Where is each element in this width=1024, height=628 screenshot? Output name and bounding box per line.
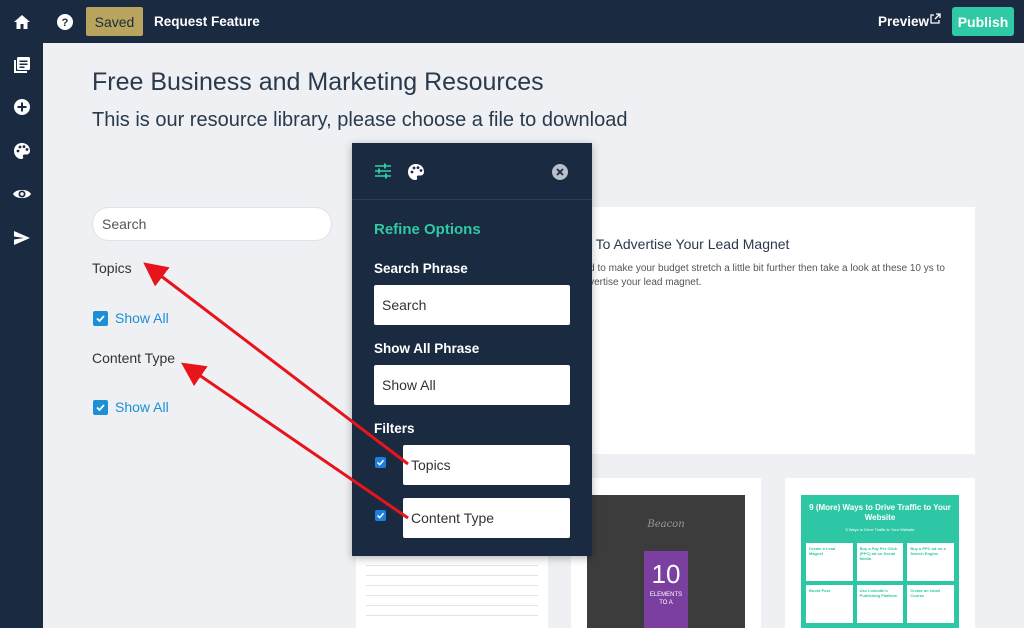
content-type-filter-checkbox[interactable] [375, 510, 386, 521]
show-all-phrase-input[interactable]: Show All [374, 365, 570, 405]
palette-icon[interactable] [407, 163, 425, 186]
cover-cell: Boost Post [806, 585, 853, 623]
cover-elements: ELEMENTS [649, 592, 683, 598]
resource-card-excerpt: eed to make your budget stretch a little… [578, 263, 945, 288]
help-icon[interactable]: ? [54, 11, 76, 33]
cover-number: 10 [651, 559, 681, 589]
close-icon[interactable] [551, 163, 569, 186]
home-icon[interactable] [11, 11, 33, 33]
panel-divider [352, 199, 592, 200]
eye-icon[interactable] [11, 183, 33, 205]
send-icon[interactable] [11, 227, 33, 249]
page-title: Free Business and Marketing Resources [92, 68, 544, 96]
beacon-logo: Beacon [647, 519, 685, 530]
topics-show-all-checkbox[interactable]: Show All [93, 310, 169, 326]
resource-thumbnail-questionnaire[interactable] [356, 555, 548, 628]
page-subtitle: This is our resource library, please cho… [92, 109, 628, 131]
content-type-filter-input[interactable]: Content Type [403, 498, 570, 538]
checkbox-checked-icon[interactable] [93, 399, 108, 415]
cover-grid: Create a Lead Magnet Buy a Pay Per Click… [806, 543, 954, 623]
refine-options-panel: Refine Options Search Phrase Search Show… [352, 143, 592, 556]
resource-thumbnail-traffic[interactable]: 9 (More) Ways to Drive Traffic to Your W… [801, 495, 959, 628]
cover-badge: 10 ELEMENTS TO A [644, 551, 688, 628]
show-all-phrase-label: Show All Phrase [374, 341, 480, 356]
checkbox-checked-icon[interactable] [93, 310, 108, 326]
resource-card-title[interactable]: ys To Advertise Your Lead Magnet [578, 236, 789, 252]
svg-text:?: ? [62, 17, 69, 29]
content-type-show-all-label[interactable]: Show All [115, 399, 169, 415]
cover-cell: Create an email Course [907, 585, 954, 623]
search-phrase-label: Search Phrase [374, 261, 468, 276]
search-phrase-input[interactable]: Search [374, 285, 570, 325]
sliders-icon[interactable] [374, 163, 392, 184]
cover-cell: Buy a Pay Per Click (PPC) ad on Social M… [856, 543, 904, 581]
topics-filter-checkbox[interactable] [375, 457, 386, 468]
filters-label: Filters [374, 421, 415, 436]
top-bar: ? Saved Request Feature Preview Publish [0, 0, 1024, 43]
content-type-label: Content Type [92, 350, 176, 366]
sidebar [0, 43, 43, 628]
topics-show-all-label[interactable]: Show All [115, 310, 169, 326]
pages-icon[interactable] [11, 54, 33, 76]
cover-subtitle: 5 Ways to Drive Traffic to Your Website [845, 527, 915, 532]
cover-cell: Create a Lead Magnet [806, 543, 853, 581]
refine-options-title: Refine Options [374, 221, 481, 238]
request-feature-link[interactable]: Request Feature [154, 14, 260, 29]
cover-cell: Buy a PPC ad on a Search Engine [907, 543, 954, 581]
topics-label: Topics [92, 260, 132, 276]
cover-to-a: TO A [659, 600, 673, 606]
saved-button[interactable]: Saved [86, 7, 143, 36]
palette-icon[interactable] [11, 140, 33, 162]
resource-thumbnail-elements[interactable]: Beacon 10 ELEMENTS TO A [587, 495, 745, 628]
preview-link[interactable]: Preview [878, 14, 929, 29]
add-icon[interactable] [11, 96, 33, 118]
resource-card[interactable]: ys To Advertise Your Lead Magnet eed to … [562, 207, 975, 454]
cover-title: 9 (More) Ways to Drive Traffic to Your W… [809, 503, 951, 522]
cover-cell: Use LinkedIn's Publishing Platform [856, 585, 904, 623]
publish-button[interactable]: Publish [952, 7, 1014, 36]
external-link-icon[interactable] [929, 12, 941, 30]
topics-filter-input[interactable]: Topics [403, 445, 570, 485]
content-type-show-all-checkbox[interactable]: Show All [93, 399, 169, 415]
search-input[interactable]: Search [92, 207, 332, 241]
